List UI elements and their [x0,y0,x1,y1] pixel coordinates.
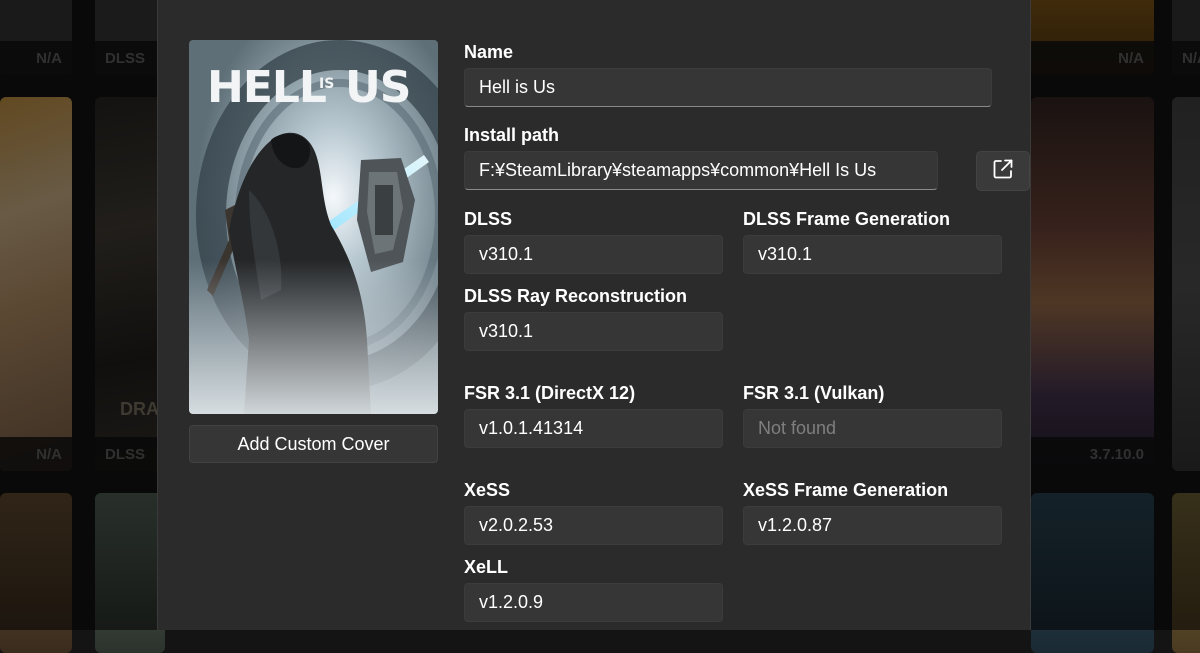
game-cover-image: HELL IS US [189,40,438,414]
fsr-directx12-field[interactable]: v1.0.1.41314 [464,409,723,448]
fsr-vulkan-label: FSR 3.1 (Vulkan) [743,383,885,403]
xess-field[interactable]: v2.0.2.53 [464,506,723,545]
library-tile[interactable] [1172,97,1200,471]
library-tile[interactable] [1172,493,1200,653]
name-label: Name [464,42,514,62]
tile-badge: N/A [1031,41,1154,75]
tile-badge: N/A [0,41,72,75]
tile-badge: N/A [1172,41,1200,75]
xess-frame-generation-field[interactable]: v1.2.0.87 [743,506,1002,545]
xess-frame-generation-label: XeSS Frame Generation [743,480,949,500]
fsr-vulkan-field[interactable]: Not found [743,409,1002,448]
library-tile[interactable] [95,493,165,653]
library-tile[interactable]: N/A [0,97,72,471]
cover-title-text: HELL [207,62,326,113]
tile-partial-title: DRA [120,399,159,419]
library-tile[interactable]: 3.7.10.0 [1031,97,1154,471]
library-tile[interactable]: DLSS [95,0,165,75]
fsr-directx12-label: FSR 3.1 (DirectX 12) [464,383,636,403]
library-tile[interactable] [1031,493,1154,653]
xell-field[interactable]: v1.2.0.9 [464,583,723,622]
add-custom-cover-button[interactable]: Add Custom Cover [189,425,438,463]
cover-title-text: IS [319,76,334,92]
dlss-ray-reconstruction-label: DLSS Ray Reconstruction [464,286,688,306]
dlss-frame-generation-field[interactable]: v310.1 [743,235,1002,274]
game-details-dialog: HELL IS US Add Custom Cover Name Hell is… [157,0,1031,630]
tile-badge: N/A [0,437,72,471]
dlss-version-field[interactable]: v310.1 [464,235,723,274]
tile-badge: DLSS [95,41,165,75]
library-tile[interactable]: N/A [1031,0,1154,75]
cover-title-text: US [345,62,410,113]
dlss-label: DLSS [464,209,513,229]
cover-artwork: HELL IS US [189,40,438,414]
xell-label: XeLL [464,557,509,577]
library-tile[interactable]: N/A [0,0,72,75]
open-install-folder-button[interactable] [976,151,1030,191]
external-link-icon [991,157,1015,186]
xess-label: XeSS [464,480,511,500]
library-tile[interactable]: DRA DLSS [95,97,165,471]
dlss-frame-generation-label: DLSS Frame Generation [743,209,951,229]
tile-badge: 3.7.10.0 [1031,437,1154,471]
library-tile[interactable]: N/A [1172,0,1200,75]
library-tile[interactable] [0,493,72,653]
tile-badge: DLSS [95,437,165,471]
dlss-ray-reconstruction-field[interactable]: v310.1 [464,312,723,351]
install-path-field[interactable]: F:¥SteamLibrary¥steamapps¥common¥Hell Is… [464,151,938,190]
install-path-label: Install path [464,125,560,145]
name-input[interactable]: Hell is Us [464,68,992,107]
